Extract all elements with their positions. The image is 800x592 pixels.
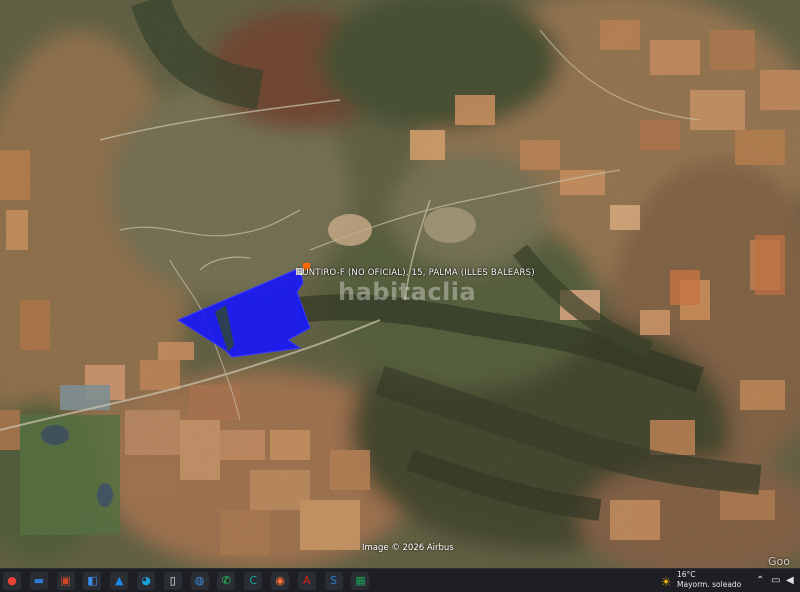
presentation-icon[interactable]: ▣ [56, 572, 75, 590]
weather-temp: 16°C [677, 570, 696, 579]
edge-icon[interactable]: ◕ [137, 572, 155, 590]
imagery-credit: Image © 2026 Airbus [362, 543, 454, 553]
weather-sun-icon[interactable]: ☀ [659, 573, 673, 589]
system-tray-chevron-icon[interactable]: ⌃ [756, 575, 764, 586]
app-s-icon[interactable]: S [324, 572, 343, 590]
chrome-icon[interactable]: ● [3, 572, 21, 590]
whatsapp-icon[interactable]: ✆ [217, 572, 236, 590]
network-icon[interactable]: ▭ [771, 575, 780, 586]
provider-logo: Goo [768, 555, 790, 568]
document-icon[interactable]: ▯ [163, 572, 182, 590]
satellite-map[interactable]: PUNTIRO-F (NO OFICIAL), 15, PALMA (ILLES… [0, 0, 800, 568]
taskbar: ● ▬ ▣ ◧ ▲ ◕ ▯ ◍ ✆ C ◉ A S ▦ ☀ 16°C Mayorm. soleado ⌃ … [0, 568, 800, 592]
firefox-icon[interactable]: ◉ [271, 572, 289, 590]
volume-icon[interactable]: ◀ [786, 575, 794, 586]
photos-icon[interactable]: ▲ [110, 572, 129, 590]
weather-desc: Mayorm. soleado [677, 580, 742, 589]
app-c-icon[interactable]: C [244, 572, 263, 590]
remote-icon[interactable]: ◧ [83, 572, 102, 590]
file-explorer-icon[interactable]: ▬ [29, 572, 48, 590]
watermark: habitaclia [338, 278, 477, 306]
spreadsheet-icon[interactable]: ▦ [351, 572, 370, 590]
weather-widget[interactable]: 16°C Mayorm. soleado [677, 570, 741, 590]
globe-icon[interactable]: ◍ [190, 572, 209, 590]
pdf-reader-icon[interactable]: A [297, 572, 316, 590]
place-label[interactable]: PUNTIRO-F (NO OFICIAL), 15, PALMA (ILLES… [297, 268, 535, 278]
